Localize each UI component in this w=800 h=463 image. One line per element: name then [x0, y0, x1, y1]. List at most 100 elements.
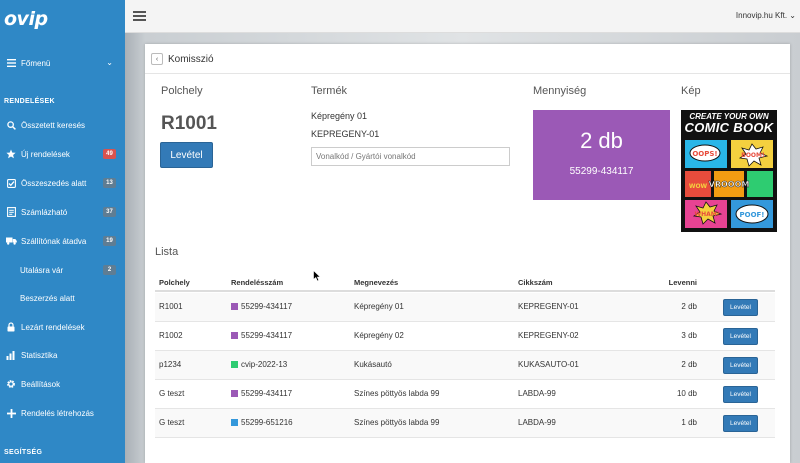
chart-icon: [4, 350, 18, 360]
product-sku: KEPREGENY-01: [311, 129, 380, 139]
sidebar-item-label: Összetett keresés: [21, 120, 86, 130]
sidebar-item-label: Utalásra vár: [20, 265, 64, 275]
quantity-label: Mennyiség: [533, 85, 587, 97]
sidebar: ovip Főmenü ⌄ RENDELÉSEK Összetett keres…: [0, 0, 125, 463]
mouse-cursor-icon: [313, 270, 321, 282]
truck-icon: [4, 237, 18, 245]
cell-quantity: 2 db: [681, 360, 697, 369]
location-label: Polchely: [161, 85, 203, 97]
sidebar-item-awaiting-transfer[interactable]: Utalásra vár 2: [0, 261, 125, 279]
sidebar-item-label: Szállítónak átadva: [21, 236, 87, 246]
cell-name: Képregény 01: [354, 302, 404, 311]
sidebar-item-label: Főmenü: [21, 58, 51, 68]
gear-icon: [4, 379, 18, 389]
row-take-button[interactable]: Levétel: [723, 386, 758, 403]
menu-icon: [4, 59, 18, 67]
row-take-button[interactable]: Levétel: [723, 415, 758, 432]
sidebar-item-label: Beszerzés alatt: [20, 293, 75, 303]
sidebar-item-label: Statisztika: [21, 350, 58, 360]
sidebar-toggle-icon[interactable]: [133, 11, 146, 23]
sidebar-item-picking[interactable]: Összeszedés alatt 13: [0, 174, 125, 192]
lock-icon: [4, 322, 18, 332]
cell-order-number: 55299-434117: [241, 389, 293, 398]
cell-name: Képregény 02: [354, 331, 404, 340]
column-header: Polchely: [159, 278, 190, 287]
cell-location: G teszt: [159, 418, 185, 427]
cell-order: cvip-2022-13: [231, 360, 287, 369]
column-header: Rendelésszám: [231, 278, 284, 287]
bubble-text: POOF!: [739, 211, 764, 219]
sidebar-item-settings[interactable]: Beállítások: [0, 375, 125, 393]
sidebar-item-closed-orders[interactable]: Lezárt rendelések: [0, 318, 125, 336]
company-name: Innovip.hu Kft.: [735, 11, 788, 20]
row-take-button[interactable]: Levétel: [723, 299, 758, 316]
sidebar-item-label: Rendelés létrehozás: [21, 408, 94, 418]
cell-quantity: 2 db: [681, 302, 697, 311]
sidebar-item-new-orders[interactable]: Új rendelések 49: [0, 145, 125, 163]
cell-location: G teszt: [159, 389, 185, 398]
sidebar-item-label: Beállítások: [21, 379, 61, 389]
order-color-square: [231, 419, 238, 426]
search-icon: [4, 120, 18, 130]
sidebar-item-label: Lezárt rendelések: [21, 322, 85, 332]
bubble-text: BOOM!: [741, 152, 764, 159]
product-name: Képregény 01: [311, 111, 368, 121]
product-image-title: CREATE YOUR OWN COMIC BOOK: [681, 113, 777, 135]
table-header: Polchely Rendelésszám Megnevezés Cikkszá…: [155, 274, 775, 292]
cell-sku: LABDA-99: [518, 418, 556, 427]
bubble-text: OOPS!: [692, 150, 717, 158]
product-image[interactable]: CREATE YOUR OWN COMIC BOOK OOPS! BOOM! V…: [681, 110, 777, 232]
order-color-square: [231, 332, 238, 339]
take-button[interactable]: Levétel: [160, 142, 213, 168]
order-color-square: [231, 303, 238, 310]
cell-location: R1002: [159, 331, 183, 340]
bubble-text: WOW: [689, 183, 708, 190]
quantity-order-number: 55299-434117: [569, 166, 634, 177]
invoice-icon: [4, 207, 18, 217]
cell-location: p1234: [159, 360, 182, 369]
cell-name: Színes pöttyös labda 99: [354, 389, 440, 398]
logo-text: ovip: [4, 7, 48, 30]
count-badge: 19: [103, 236, 116, 246]
bubble-text: VROOOM: [709, 180, 750, 189]
company-menu[interactable]: Innovip.hu Kft. ⌄: [736, 11, 796, 20]
column-header: Megnevezés: [354, 278, 399, 287]
order-color-square: [231, 361, 238, 368]
barcode-input[interactable]: [311, 147, 510, 166]
table-row: R1002 55299-434117 Képregény 02 KEPREGEN…: [155, 322, 775, 351]
sidebar-item-label: Új rendelések: [21, 149, 70, 159]
comic-bubbles-svg: OOPS! BOOM! VROOOM WOW WHAM! POOF!: [689, 143, 769, 225]
breadcrumb: ‹ Komisszió: [151, 53, 214, 65]
sidebar-section-orders: RENDELÉSEK: [4, 98, 55, 105]
cell-order-number: 55299-434117: [241, 331, 293, 340]
cell-quantity: 3 db: [681, 331, 697, 340]
table-row: G teszt 55299-651216 Színes pöttyös labd…: [155, 409, 775, 438]
breadcrumb-title: Komisszió: [168, 53, 214, 65]
row-take-button[interactable]: Levétel: [723, 357, 758, 374]
checkbox-icon: [4, 178, 18, 188]
sidebar-item-label: Számlázható: [21, 207, 68, 217]
cell-order: 55299-434117: [231, 389, 292, 398]
cell-name: Kukásautó: [354, 360, 392, 369]
app-logo[interactable]: ovip: [0, 0, 125, 37]
plus-icon: [4, 408, 18, 418]
cell-order: 55299-434117: [231, 302, 292, 311]
table-row: R1001 55299-434117 Képregény 01 KEPREGEN…: [155, 293, 775, 322]
sidebar-item-main-menu[interactable]: Főmenü ⌄: [0, 54, 125, 72]
sidebar-item-procurement[interactable]: Beszerzés alatt: [0, 289, 125, 307]
cell-sku: LABDA-99: [518, 389, 556, 398]
row-take-button[interactable]: Levétel: [723, 328, 758, 345]
table-row: G teszt 55299-434117 Színes pöttyös labd…: [155, 380, 775, 409]
sidebar-item-invoiceable[interactable]: Számlázható 37: [0, 203, 125, 221]
back-icon[interactable]: ‹: [151, 53, 163, 65]
cell-order: 55299-434117: [231, 331, 292, 340]
sidebar-item-create-order[interactable]: Rendelés létrehozás: [0, 404, 125, 422]
sidebar-item-statistics[interactable]: Statisztika: [0, 346, 125, 364]
cell-location: R1001: [159, 302, 183, 311]
picking-panel: ‹ Komisszió Polchely R1001 Levétel Termé…: [145, 44, 790, 463]
sidebar-item-advanced-search[interactable]: Összetett keresés: [0, 116, 125, 134]
sidebar-item-handed-to-carrier[interactable]: Szállítónak átadva 19: [0, 232, 125, 250]
cell-sku: KEPREGENY-02: [518, 331, 579, 340]
cell-order: 55299-651216: [231, 418, 293, 427]
cell-name: Színes pöttyös labda 99: [354, 418, 440, 427]
